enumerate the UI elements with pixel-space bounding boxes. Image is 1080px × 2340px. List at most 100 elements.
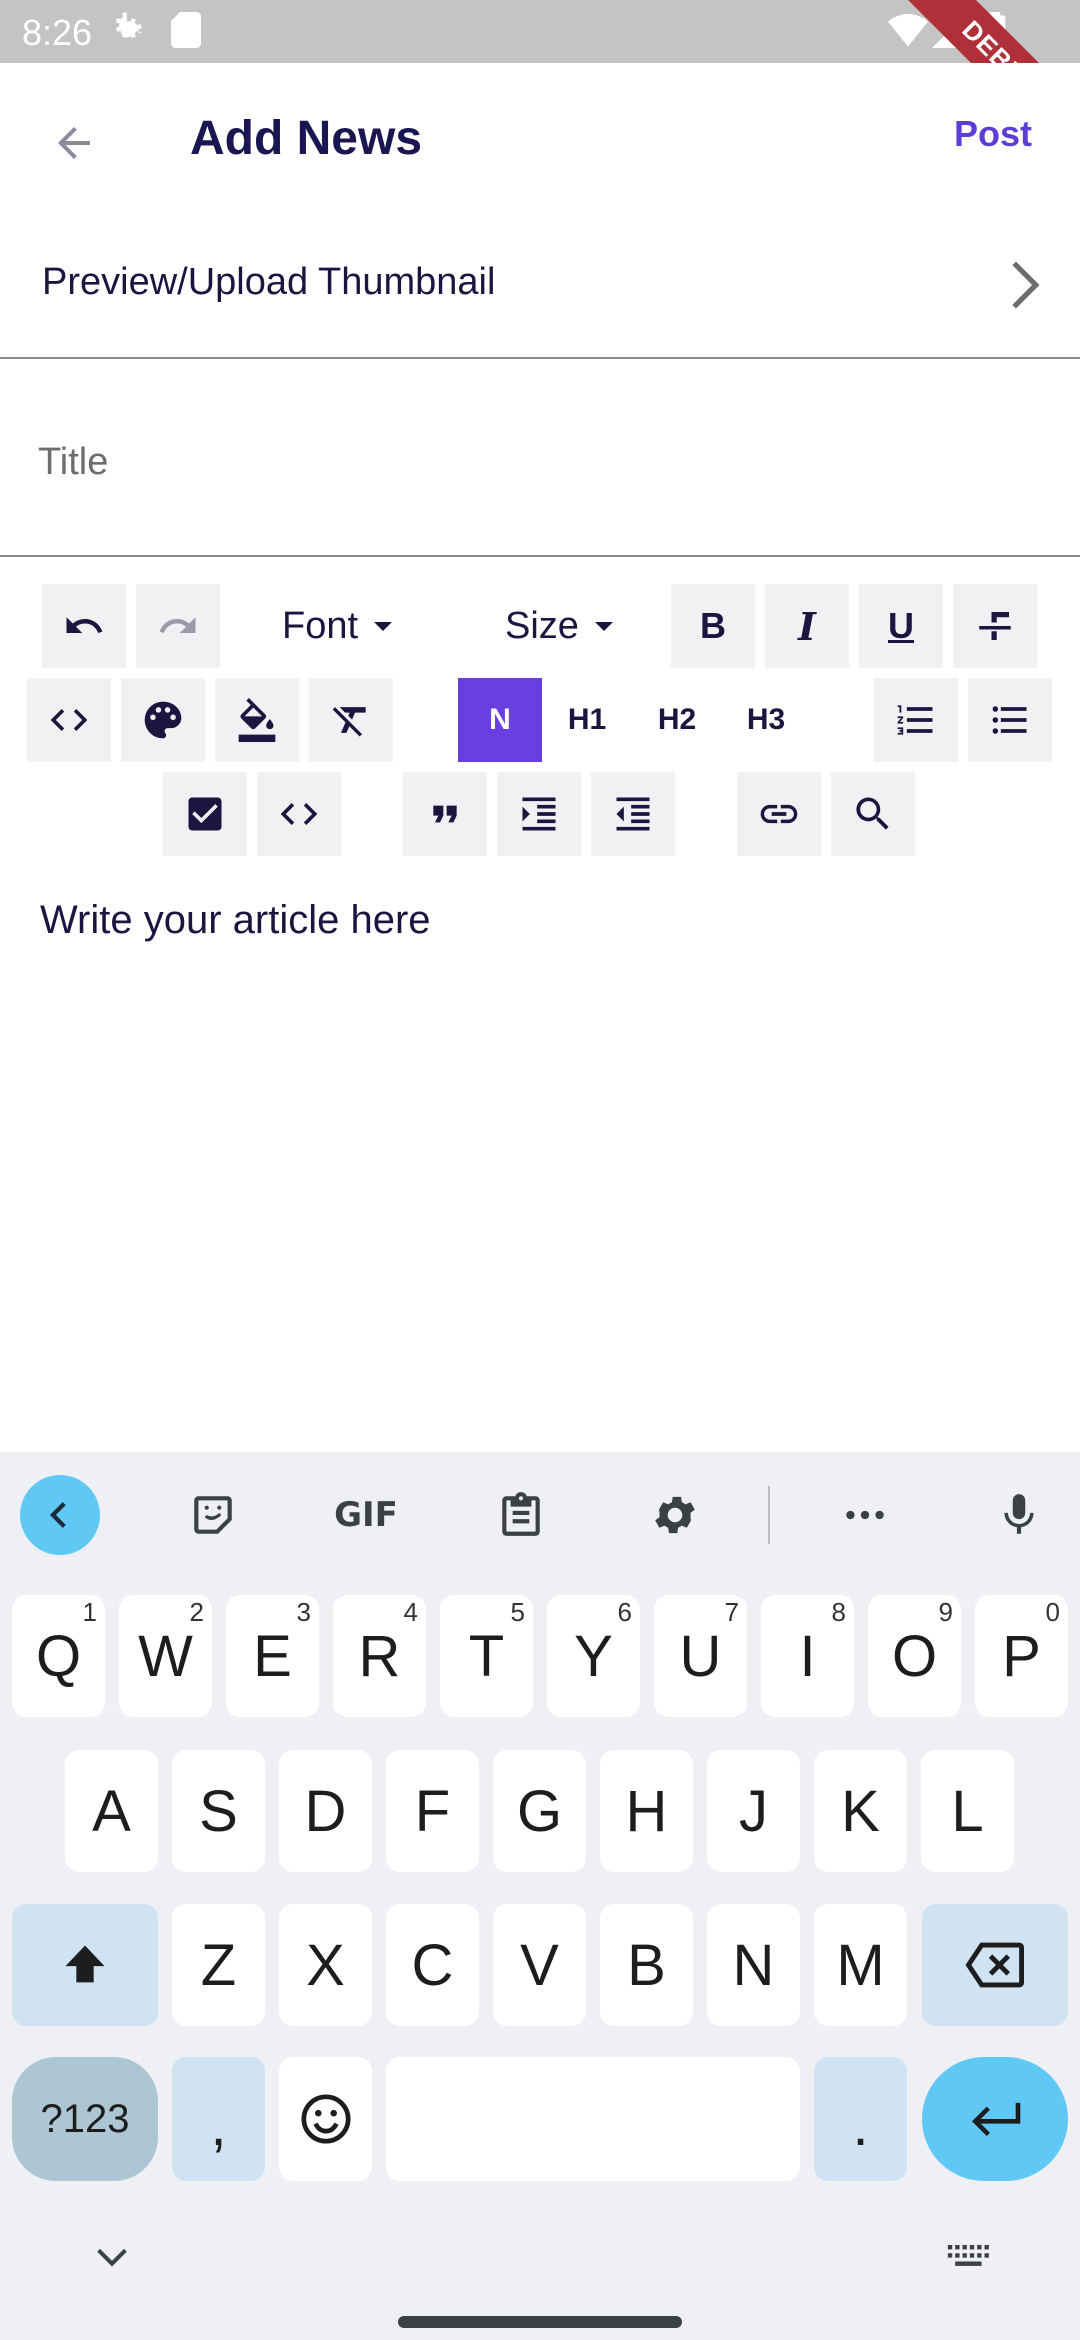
keyboard-hide-button[interactable]	[92, 2242, 132, 2277]
caret-down-icon	[374, 621, 393, 631]
palette-icon	[144, 701, 182, 739]
home-indicator[interactable]	[398, 2316, 682, 2328]
key-label: P	[1002, 1623, 1041, 1689]
keyboard-settings-button[interactable]	[640, 1480, 710, 1550]
key-n[interactable]: N	[707, 1904, 800, 2026]
chevron-right-icon	[1008, 259, 1042, 316]
h2-label: H2	[657, 703, 697, 736]
key-l[interactable]: L	[921, 1750, 1014, 1872]
insert-link-button[interactable]	[737, 772, 821, 856]
key-m[interactable]: M	[814, 1904, 907, 2026]
bulleted-list-button[interactable]	[968, 678, 1052, 762]
enter-key[interactable]	[922, 2057, 1068, 2181]
keyboard-switcher-button[interactable]	[946, 2242, 990, 2275]
key-g[interactable]: G	[493, 1750, 586, 1872]
key-x[interactable]: X	[279, 1904, 372, 2026]
bulleted-list-icon	[992, 706, 1027, 734]
clear-format-button[interactable]	[309, 678, 393, 762]
key-label: E	[253, 1623, 292, 1689]
emoji-key[interactable]	[279, 2057, 372, 2181]
key-hint: 6	[617, 1597, 632, 1627]
font-dropdown[interactable]: Font	[282, 584, 393, 668]
gear-icon	[655, 1496, 695, 1534]
undo-button[interactable]	[42, 584, 126, 668]
strikethrough-button[interactable]	[953, 584, 1037, 668]
background-color-button[interactable]	[215, 678, 299, 762]
key-t[interactable]: T5	[440, 1595, 533, 1717]
numbered-list-button[interactable]	[874, 678, 958, 762]
sd-card-icon	[170, 12, 202, 53]
title-input[interactable]	[38, 441, 1038, 484]
key-label: O	[891, 1623, 938, 1689]
style-h2-button[interactable]: H2	[635, 678, 719, 762]
key-v[interactable]: V	[493, 1904, 586, 2026]
app-bar: Add News Post	[0, 63, 1080, 213]
key-label: Y	[574, 1623, 613, 1689]
key-z[interactable]: Z	[172, 1904, 265, 2026]
key-s[interactable]: S	[172, 1750, 265, 1872]
key-a[interactable]: A	[65, 1750, 158, 1872]
symbols-key[interactable]: ?123	[12, 2057, 158, 2181]
key-i[interactable]: I8	[761, 1595, 854, 1717]
soft-keyboard: GIF Q1W2E3R4T5Y6U7I8O9P0 ASDFGHJKL ZXCVB…	[0, 1452, 1080, 2340]
key-p[interactable]: P0	[975, 1595, 1068, 1717]
code-block-button[interactable]	[257, 772, 341, 856]
thumbnail-row-label: Preview/Upload Thumbnail	[42, 261, 496, 303]
key-u[interactable]: U7	[654, 1595, 747, 1717]
key-j[interactable]: J	[707, 1750, 800, 1872]
key-hint: 5	[510, 1597, 525, 1627]
key-q[interactable]: Q1	[12, 1595, 105, 1717]
period-key[interactable]: .	[814, 2057, 907, 2181]
indent-decrease-icon	[616, 797, 650, 831]
space-bar[interactable]	[386, 2057, 800, 2181]
more-options-button[interactable]	[830, 1480, 900, 1550]
gif-button[interactable]: GIF	[326, 1480, 406, 1550]
indent-decrease-button[interactable]	[591, 772, 675, 856]
article-editor[interactable]: Write your article here	[40, 898, 431, 943]
preview-upload-thumbnail-row[interactable]: Preview/Upload Thumbnail	[0, 213, 1080, 359]
key-e[interactable]: E3	[226, 1595, 319, 1717]
key-d[interactable]: D	[279, 1750, 372, 1872]
voice-input-button[interactable]	[984, 1480, 1054, 1550]
chevron-left-icon	[49, 1502, 66, 1528]
clipboard-button[interactable]	[486, 1480, 556, 1550]
wifi-icon	[888, 12, 928, 53]
post-button[interactable]: Post	[954, 113, 1032, 155]
key-w[interactable]: W2	[119, 1595, 212, 1717]
style-normal-button[interactable]: N	[458, 678, 542, 762]
comma-key[interactable]: ,	[172, 2057, 265, 2181]
checklist-button[interactable]	[163, 772, 247, 856]
title-field	[0, 361, 1080, 557]
bold-button[interactable]: B	[671, 584, 755, 668]
size-dropdown[interactable]: Size	[505, 584, 613, 668]
style-h3-button[interactable]: H3	[724, 678, 808, 762]
keyboard-collapse-button[interactable]	[20, 1475, 100, 1555]
quote-button[interactable]	[403, 772, 487, 856]
key-c[interactable]: C	[386, 1904, 479, 2026]
back-button[interactable]	[34, 103, 114, 183]
size-dropdown-label: Size	[505, 604, 579, 647]
shift-key[interactable]	[12, 1904, 158, 2026]
sticker-icon	[194, 1496, 232, 1534]
clipboard-icon	[502, 1492, 540, 1536]
key-b[interactable]: B	[600, 1904, 693, 2026]
indent-increase-icon	[522, 797, 556, 831]
search-button[interactable]	[831, 772, 915, 856]
key-r[interactable]: R4	[333, 1595, 426, 1717]
italic-button[interactable]: I	[765, 584, 849, 668]
key-f[interactable]: F	[386, 1750, 479, 1872]
indent-increase-button[interactable]	[497, 772, 581, 856]
key-k[interactable]: K	[814, 1750, 907, 1872]
key-o[interactable]: O9	[868, 1595, 961, 1717]
key-hint: 2	[189, 1597, 204, 1627]
text-color-button[interactable]	[121, 678, 205, 762]
key-h[interactable]: H	[600, 1750, 693, 1872]
backspace-key[interactable]	[922, 1904, 1068, 2026]
sticker-button[interactable]	[178, 1480, 248, 1550]
underline-button[interactable]: U	[859, 584, 943, 668]
inline-code-button[interactable]	[27, 678, 111, 762]
redo-button[interactable]	[136, 584, 220, 668]
key-y[interactable]: Y6	[547, 1595, 640, 1717]
style-h1-button[interactable]: H1	[545, 678, 629, 762]
navigation-bar	[0, 2180, 1080, 2340]
